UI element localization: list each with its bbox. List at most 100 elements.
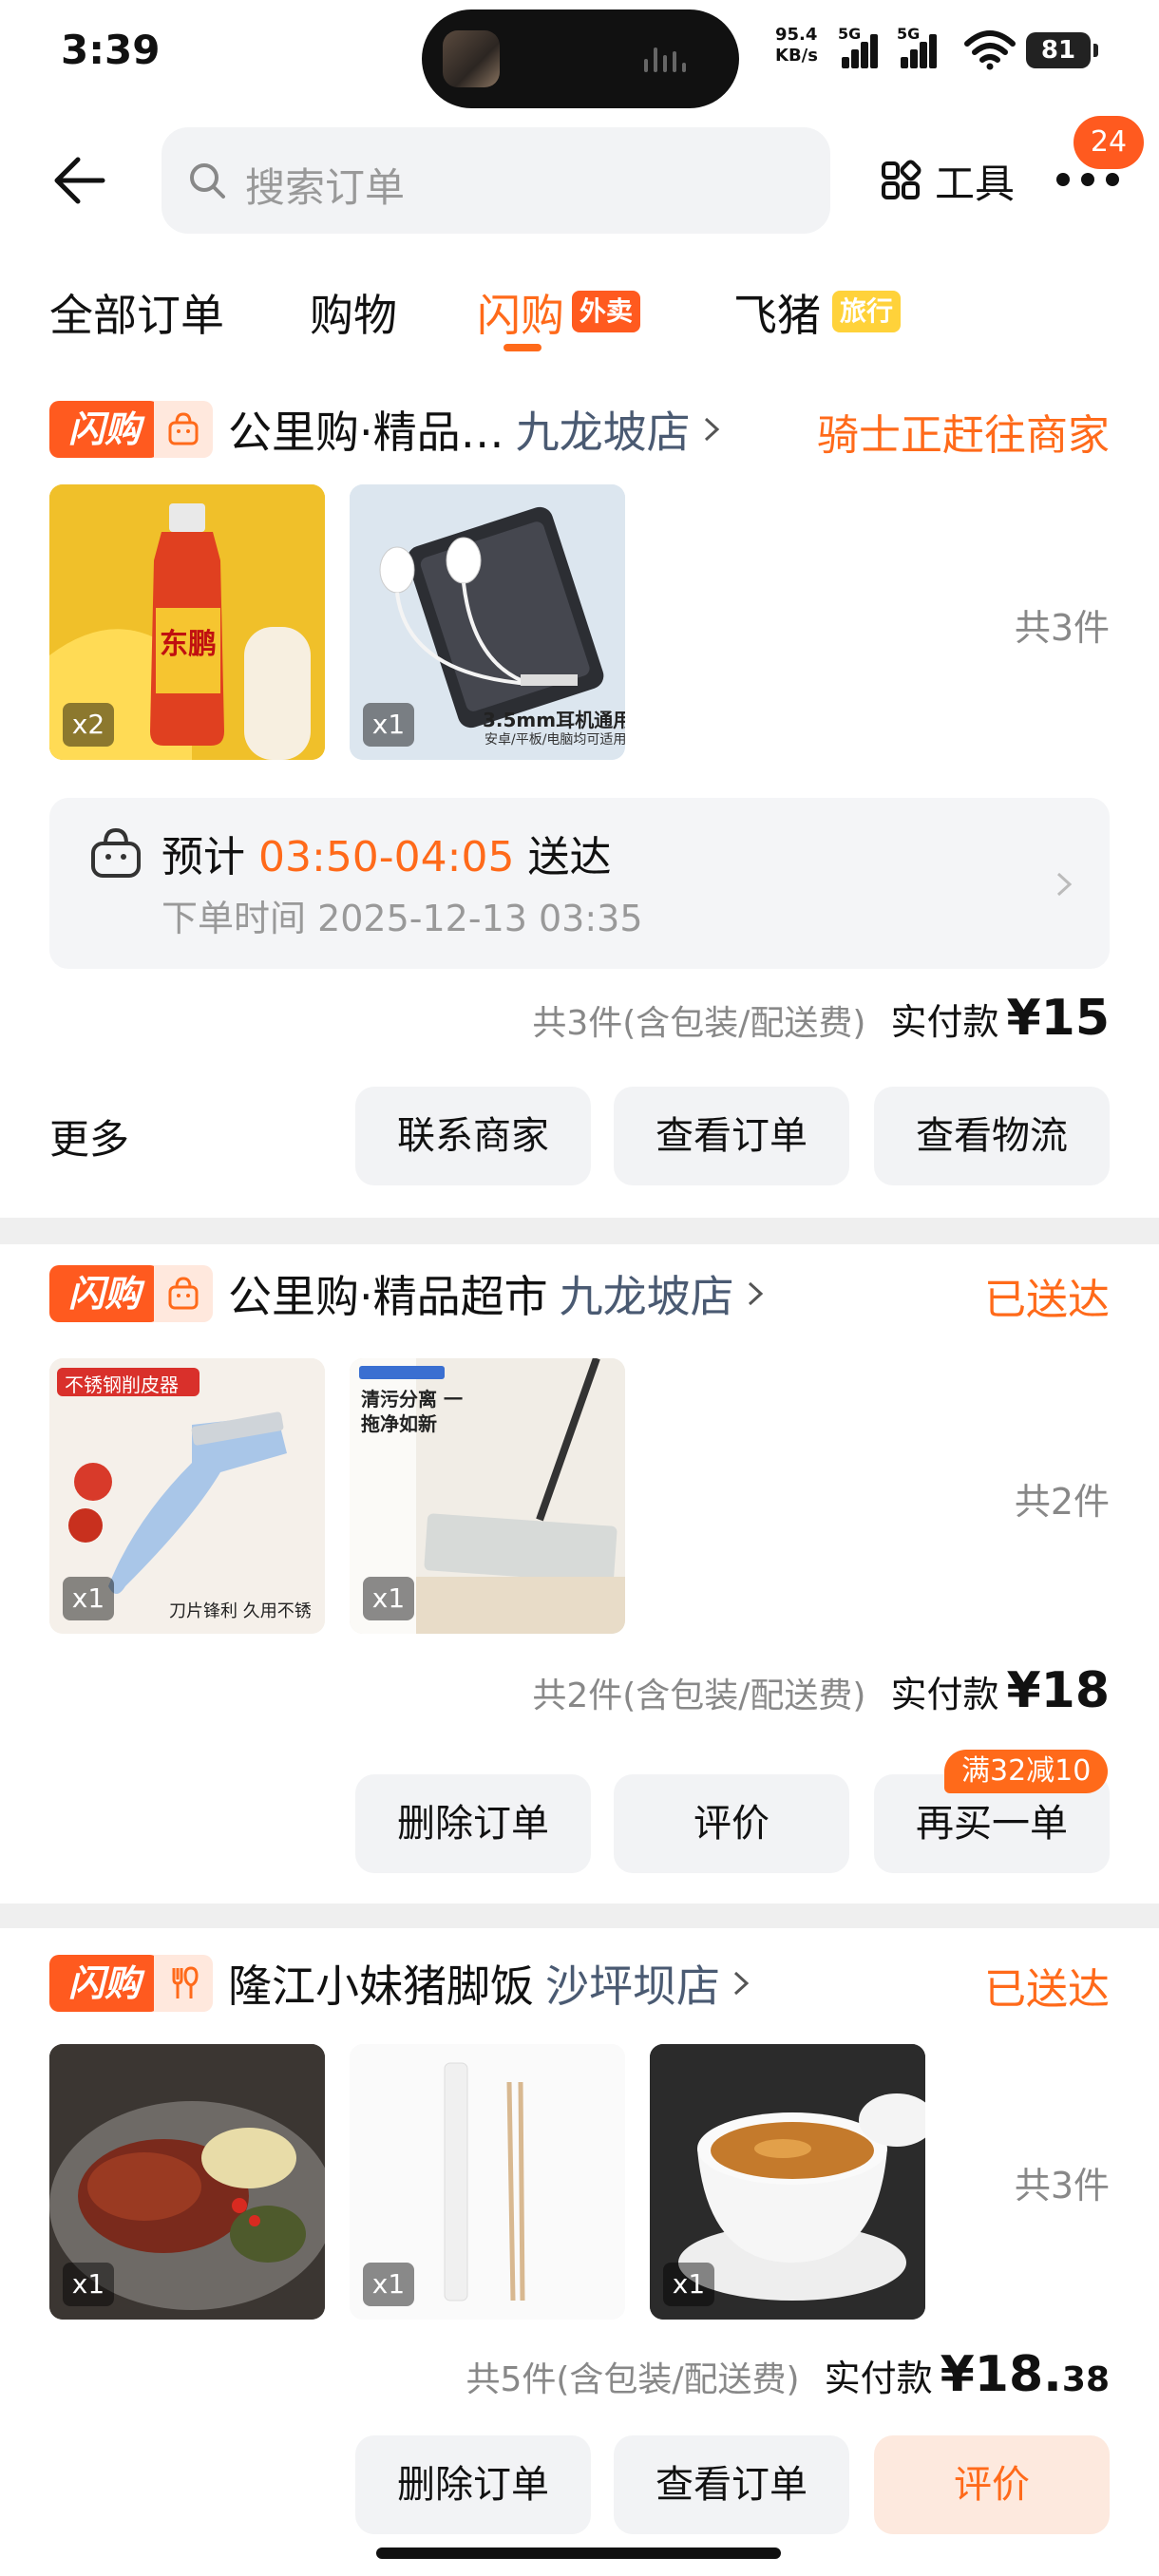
shop-name: 隆江小妹猪脚饭 bbox=[228, 1960, 534, 2012]
product-image[interactable]: 清污分离 一拖净如新 x1 bbox=[350, 1358, 625, 1634]
shop-branch: 九龙坡店 bbox=[559, 1271, 734, 1322]
delivery-eta-panel[interactable]: 预计 03:50-04:05 送达 下单时间 2025-12-13 03:35 bbox=[49, 798, 1110, 969]
delivery-bag-icon bbox=[91, 827, 141, 878]
product-subcaption: 刀片锋利 久用不锈 bbox=[169, 1601, 312, 1621]
payment-note: 共5件(含包装/配送费) bbox=[466, 2360, 800, 2399]
chevron-right-icon bbox=[733, 1971, 750, 1996]
active-tab-indicator bbox=[504, 344, 542, 351]
item-count: 共2件 bbox=[1014, 1481, 1110, 1523]
product-caption: 不锈钢削皮器 bbox=[65, 1373, 179, 1396]
shop-name: 公里购·精品… bbox=[228, 407, 504, 458]
payment-note: 共2件(含包装/配送费) bbox=[532, 1676, 866, 1715]
tab-flash-buy[interactable]: 闪购 bbox=[477, 281, 564, 344]
flash-buy-tag: 闪购 bbox=[49, 1955, 160, 2012]
product-subcaption: 安卓/平板/电脑均可适用 bbox=[484, 732, 625, 748]
contact-merchant-button[interactable]: 联系商家 bbox=[355, 1087, 591, 1185]
review-button[interactable]: 评价 bbox=[874, 2435, 1110, 2534]
shop-row[interactable]: 闪购 公里购·精品… 九龙坡店 bbox=[49, 399, 723, 460]
cellular-signal-icon-2: 5G bbox=[897, 25, 942, 68]
review-button[interactable]: 评价 bbox=[614, 1774, 849, 1873]
quantity-badge: x1 bbox=[363, 1577, 414, 1620]
view-order-button[interactable]: 查看订单 bbox=[614, 1087, 849, 1185]
grid-tools-icon bbox=[882, 160, 922, 199]
shop-branch: 九龙坡店 bbox=[515, 407, 691, 458]
product-caption: 清污分离 一拖净如新 bbox=[361, 1388, 463, 1435]
item-count: 共3件 bbox=[1014, 607, 1110, 649]
order-status: 已送达 bbox=[984, 1965, 1110, 2014]
quantity-badge: x1 bbox=[663, 2263, 714, 2306]
tab-shopping[interactable]: 购物 bbox=[310, 281, 397, 344]
order-status: 骑士正赶往商家 bbox=[817, 411, 1110, 460]
quantity-badge: x1 bbox=[63, 2263, 114, 2306]
tools-button[interactable]: 工具 bbox=[880, 152, 1015, 209]
dynamic-island[interactable] bbox=[422, 9, 739, 108]
paid-amount: ¥18 bbox=[1006, 1662, 1110, 1719]
audio-wave-icon bbox=[644, 47, 701, 72]
payment-summary: 共3件(含包装/配送费) 实付款 ¥15 bbox=[532, 990, 1110, 1056]
tab-all-orders[interactable]: 全部订单 bbox=[49, 281, 224, 344]
product-image[interactable]: x1 bbox=[650, 2044, 925, 2320]
view-order-button[interactable]: 查看订单 bbox=[614, 2435, 849, 2534]
back-arrow-icon[interactable] bbox=[49, 152, 106, 209]
quantity-badge: x1 bbox=[363, 703, 414, 747]
cellular-signal-icon: 5G bbox=[838, 25, 884, 68]
promo-badge: 满32减10 bbox=[944, 1750, 1109, 1793]
quantity-badge: x1 bbox=[63, 1577, 114, 1620]
product-image[interactable]: 3.5mm耳机通用 安卓/平板/电脑均可适用 x1 bbox=[350, 484, 625, 760]
search-icon bbox=[190, 163, 225, 199]
shop-row[interactable]: 闪购 隆江小妹猪脚饭 沙坪坝店 bbox=[49, 1953, 752, 2014]
tools-label: 工具 bbox=[935, 160, 1016, 207]
flash-buy-tag: 闪购 bbox=[49, 1265, 160, 1322]
message-count-badge: 24 bbox=[1074, 116, 1144, 169]
payment-summary: 共2件(含包装/配送费) 实付款 ¥18 bbox=[532, 1662, 1110, 1729]
product-image[interactable]: x1 bbox=[350, 2044, 625, 2320]
item-count: 共3件 bbox=[1014, 2165, 1110, 2207]
battery-indicator: 81 bbox=[1026, 32, 1098, 68]
order-status: 已送达 bbox=[984, 1276, 1110, 1324]
order-card-1[interactable]: 闪购 公里购·精品… 九龙坡店 骑士正赶往商家 东鹏 x2 3.5mm耳机通用 … bbox=[0, 380, 1159, 1218]
tab-fliggy[interactable]: 飞猪 bbox=[733, 281, 821, 344]
home-indicator[interactable] bbox=[376, 2548, 781, 2559]
search-placeholder: 搜索订单 bbox=[245, 164, 406, 211]
more-actions-link[interactable]: 更多 bbox=[49, 1108, 129, 1165]
eta-line: 预计 03:50-04:05 送达 bbox=[162, 833, 612, 881]
chevron-right-icon bbox=[748, 1281, 763, 1306]
shopping-bag-icon bbox=[154, 401, 213, 458]
paid-label: 实付款 bbox=[890, 1001, 999, 1043]
now-playing-thumbnail bbox=[443, 30, 500, 87]
flash-buy-tag: 闪购 bbox=[49, 401, 160, 458]
product-caption: 3.5mm耳机通用 bbox=[483, 709, 625, 731]
svg-text:东鹏: 东鹏 bbox=[160, 628, 217, 661]
payment-note: 共3件(含包装/配送费) bbox=[532, 1004, 866, 1043]
order-time: 下单时间 2025-12-13 03:35 bbox=[162, 898, 643, 939]
product-image[interactable]: 东鹏 x2 bbox=[49, 484, 325, 760]
paid-label: 实付款 bbox=[824, 2358, 933, 2399]
status-bar: 3:39 95.4 KB/s 5G 5G 81 bbox=[0, 0, 1159, 108]
shopping-bag-icon bbox=[154, 1265, 213, 1322]
paid-label: 实付款 bbox=[890, 1674, 999, 1715]
status-time: 3:39 bbox=[61, 27, 161, 73]
paid-amount: ¥18.38 bbox=[940, 2346, 1110, 2403]
delete-order-button[interactable]: 删除订单 bbox=[355, 2435, 591, 2534]
network-speed: 95.4 KB/s bbox=[775, 25, 818, 66]
track-shipment-button[interactable]: 查看物流 bbox=[874, 1087, 1110, 1185]
quantity-badge: x2 bbox=[63, 703, 114, 747]
shop-branch: 沙坪坝店 bbox=[545, 1960, 720, 2012]
order-card-3[interactable]: 闪购 隆江小妹猪脚饭 沙坪坝店 已送达 x1 x1 x1 共3件 共5件(含包装… bbox=[0, 1928, 1159, 2576]
wifi-icon bbox=[964, 30, 1016, 70]
order-card-2[interactable]: 闪购 公里购·精品超市 九龙坡店 已送达 不锈钢削皮器 刀片锋利 久用不锈 x1 bbox=[0, 1244, 1159, 1904]
tab-travel-badge: 旅行 bbox=[832, 291, 902, 332]
delete-order-button[interactable]: 删除订单 bbox=[355, 1774, 591, 1873]
search-input[interactable]: 搜索订单 bbox=[162, 127, 830, 234]
shop-row[interactable]: 闪购 公里购·精品超市 九龙坡店 bbox=[49, 1263, 767, 1324]
product-image[interactable]: 不锈钢削皮器 刀片锋利 久用不锈 x1 bbox=[49, 1358, 325, 1634]
chevron-right-icon bbox=[1056, 872, 1073, 897]
fork-spoon-icon bbox=[154, 1955, 213, 2012]
quantity-badge: x1 bbox=[363, 2263, 414, 2306]
eta-time: 03:50-04:05 bbox=[258, 833, 515, 881]
payment-summary: 共5件(含包装/配送费) 实付款 ¥18.38 bbox=[466, 2346, 1110, 2413]
paid-amount: ¥15 bbox=[1006, 990, 1110, 1047]
product-image[interactable]: x1 bbox=[49, 2044, 325, 2320]
top-header-area: 3:39 95.4 KB/s 5G 5G 81 搜索订单 工具 24 全部订单 … bbox=[0, 0, 1159, 380]
tab-takeout-badge: 外卖 bbox=[572, 291, 641, 332]
